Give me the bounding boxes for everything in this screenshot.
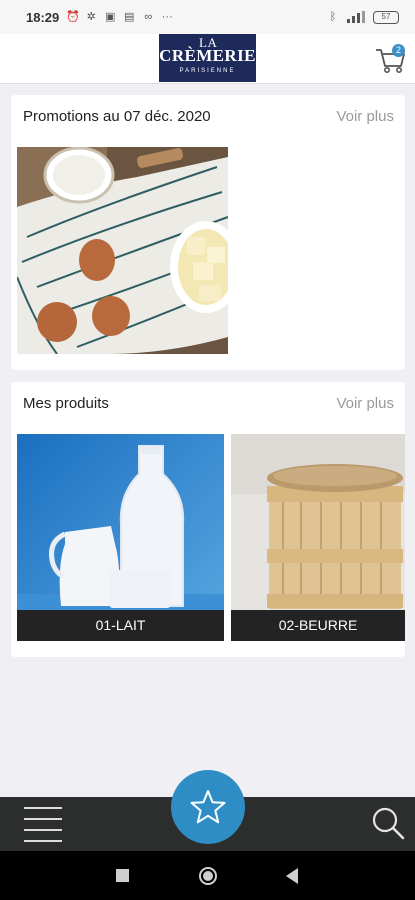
logo-main-text: CRÈMERIE	[159, 46, 256, 65]
system-nav-bar	[0, 851, 415, 900]
product-tile-milk[interactable]: 01-LAIT	[17, 434, 224, 641]
promotions-card: Promotions au 07 déc. 2020 Voir plus	[11, 95, 405, 370]
menu-icon-line	[24, 818, 62, 820]
alarm-icon: ⏰	[66, 11, 80, 23]
bluetooth-icon: ᛒ	[329, 11, 337, 23]
status-bar: 18:29 ⏰ ✲ ▣ ▤ ∞ ··· ᛒ 57	[0, 0, 415, 34]
products-card: Mes produits Voir plus 01-LAIT 02-BEURRE	[11, 382, 405, 657]
product-label-milk: 01-LAIT	[17, 610, 224, 641]
menu-icon-line	[24, 829, 62, 831]
star-icon	[190, 790, 226, 824]
product-label-butter: 02-BEURRE	[231, 610, 405, 641]
search-button[interactable]	[370, 805, 406, 841]
menu-button[interactable]	[24, 807, 62, 842]
voicemail-icon: ∞	[144, 11, 153, 23]
cart-count-badge: 2	[392, 44, 405, 57]
linkedin-icon: ▣	[105, 11, 116, 23]
products-see-more-link[interactable]: Voir plus	[336, 395, 394, 412]
favorites-button[interactable]	[171, 770, 245, 844]
battery-icon: 57	[373, 10, 399, 24]
more-dots-icon: ···	[161, 11, 173, 23]
home-button[interactable]	[199, 867, 217, 885]
status-time: 18:29	[26, 9, 60, 25]
products-title: Mes produits	[23, 395, 109, 412]
app-icon: ✲	[86, 11, 96, 23]
back-button[interactable]	[286, 868, 298, 884]
promotion-image[interactable]	[17, 147, 228, 354]
app-header: LA CRÈMERIE PARISIENNE 2	[0, 34, 415, 84]
menu-icon-line	[24, 840, 62, 842]
brand-logo[interactable]: LA CRÈMERIE PARISIENNE	[159, 34, 256, 82]
cart-button[interactable]: 2	[374, 42, 408, 76]
logo-sub-text: PARISIENNE	[179, 68, 236, 74]
recents-button[interactable]	[116, 869, 129, 882]
promotions-title: Promotions au 07 déc. 2020	[23, 108, 211, 125]
promotions-see-more-link[interactable]: Voir plus	[336, 108, 394, 125]
menu-icon	[24, 807, 62, 809]
search-icon	[372, 807, 405, 840]
signal-icon	[347, 11, 365, 23]
calendar-icon: ▤	[124, 11, 135, 23]
product-tile-butter[interactable]: 02-BEURRE	[231, 434, 405, 641]
